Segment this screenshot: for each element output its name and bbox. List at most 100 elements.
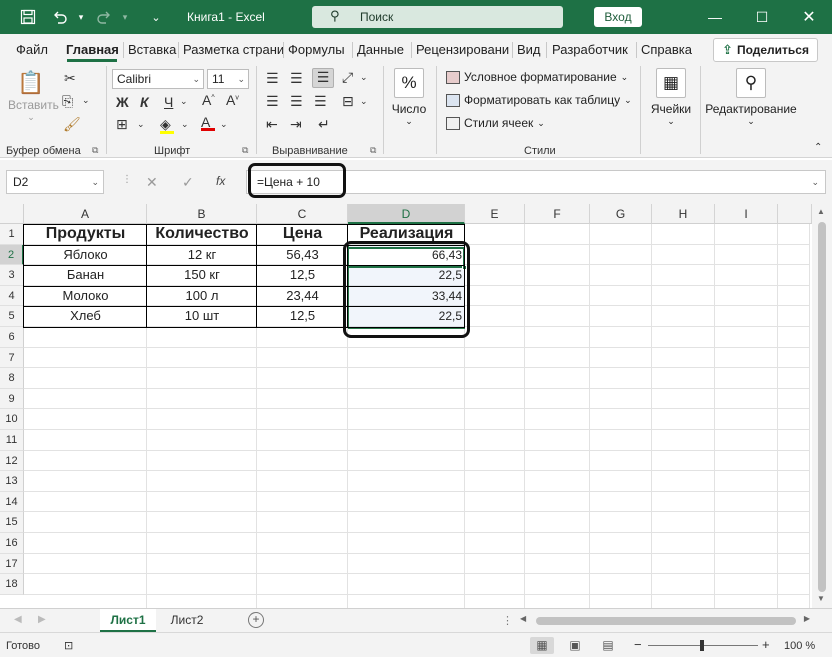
format-as-table-button[interactable]: Форматировать как таблицу ⌄ — [446, 93, 632, 107]
table-cell[interactable]: 12,5 — [257, 265, 348, 286]
maximize-icon[interactable]: ☐ — [739, 0, 785, 34]
insert-function-icon[interactable]: fx — [216, 174, 225, 188]
align-bottom-icon[interactable]: ☰ — [312, 68, 334, 88]
cut-icon[interactable]: ✂ — [64, 70, 76, 87]
sheet-tab-1[interactable]: Лист1 — [100, 609, 156, 633]
tab-page-layout[interactable]: Разметка страни — [183, 42, 284, 57]
font-color-icon[interactable]: A — [201, 114, 215, 131]
wrap-text-icon[interactable]: ↵ — [318, 116, 330, 133]
zoom-in-button[interactable]: + — [762, 637, 770, 652]
undo-dropdown-icon[interactable]: ▾ — [74, 0, 88, 34]
normal-view-icon[interactable]: ▦ — [530, 637, 554, 654]
row-header-2[interactable]: 2 — [0, 244, 24, 266]
cancel-icon[interactable]: ✕ — [146, 174, 158, 191]
borders-dropdown-icon[interactable]: ⌄ — [137, 119, 145, 130]
cell-styles-button[interactable]: Стили ячеек ⌄ — [446, 116, 545, 130]
enter-icon[interactable]: ✓ — [182, 174, 194, 191]
row-header-16[interactable]: 16 — [0, 533, 24, 554]
format-painter-icon[interactable]: 🖌 — [63, 116, 81, 133]
cells-button[interactable]: ▦ Ячейки ⌄ — [646, 68, 696, 127]
row-header-1[interactable]: 1 — [0, 224, 24, 245]
tab-developer[interactable]: Разработчик — [552, 42, 628, 57]
row-header-7[interactable]: 7 — [0, 347, 24, 369]
tab-insert[interactable]: Вставка — [128, 42, 176, 57]
accessibility-icon[interactable]: ⊡ — [64, 639, 73, 652]
column-header-b[interactable]: B — [147, 204, 257, 224]
column-header-c[interactable]: C — [257, 204, 348, 224]
undo-icon[interactable] — [46, 0, 74, 34]
save-icon[interactable] — [14, 0, 42, 34]
paste-button[interactable]: 📋 Вставить ⌄ — [8, 68, 59, 123]
table-cell[interactable]: 23,44 — [257, 286, 348, 307]
underline-dropdown-icon[interactable]: ⌄ — [180, 96, 188, 107]
alignment-launcher-icon[interactable]: ⧉ — [370, 145, 376, 156]
font-size-select[interactable]: 11 ⌄ — [207, 69, 249, 89]
font-color-dropdown-icon[interactable]: ⌄ — [220, 119, 228, 130]
column-header-i[interactable]: I — [715, 204, 778, 224]
orientation-icon[interactable]: ⤢ — [342, 69, 353, 86]
share-button[interactable]: ⇪ Поделиться — [713, 38, 818, 62]
table-cell[interactable]: Молоко — [24, 286, 147, 307]
row-header-11[interactable]: 11 — [0, 430, 24, 451]
zoom-slider-knob[interactable] — [700, 640, 704, 651]
merge-dropdown-icon[interactable]: ⌄ — [360, 96, 368, 107]
redo-icon[interactable] — [90, 0, 118, 34]
row-header-8[interactable]: 8 — [0, 368, 24, 389]
table-cell[interactable]: Банан — [24, 265, 147, 286]
conditional-formatting-button[interactable]: Условное форматирование ⌄ — [446, 70, 628, 84]
table-cell[interactable]: 10 шт — [147, 306, 257, 327]
align-right-icon[interactable]: ☰ — [314, 93, 327, 110]
zoom-out-button[interactable]: − — [634, 637, 642, 652]
table-cell[interactable]: 56,43 — [257, 245, 348, 266]
align-left-icon[interactable]: ☰ — [266, 93, 279, 110]
add-sheet-icon[interactable]: + — [248, 612, 264, 628]
tab-view[interactable]: Вид — [517, 42, 541, 57]
underline-button[interactable]: Ч — [164, 94, 173, 110]
name-box[interactable]: D2 ⌄ — [6, 170, 104, 194]
redo-dropdown-icon[interactable]: ▾ — [118, 0, 132, 34]
row-header-5[interactable]: 5 — [0, 306, 24, 327]
expand-formula-icon[interactable]: ⌄ — [811, 171, 819, 193]
customize-toolbar-icon[interactable]: ⌄ — [146, 0, 166, 34]
tab-review[interactable]: Рецензировани — [416, 42, 509, 57]
row-header-17[interactable]: 17 — [0, 553, 24, 575]
table-cell[interactable]: 12,5 — [257, 306, 348, 327]
tab-file[interactable]: Файл — [16, 42, 48, 57]
prev-sheet-icon[interactable]: ◀ — [14, 614, 22, 625]
font-launcher-icon[interactable]: ⧉ — [242, 145, 248, 156]
scroll-up-icon[interactable]: ▲ — [817, 207, 825, 216]
increase-font-icon[interactable]: A^ — [202, 92, 215, 108]
tab-data[interactable]: Данные — [357, 42, 404, 57]
sheet-tab-2[interactable]: Лист2 — [160, 609, 214, 633]
copy-icon[interactable]: ⎘ — [62, 93, 73, 110]
zoom-level[interactable]: 100 % — [784, 640, 815, 652]
tab-formulas[interactable]: Формулы — [288, 42, 345, 57]
tab-help[interactable]: Справка — [641, 42, 692, 57]
increase-indent-icon[interactable]: ⇥ — [290, 116, 302, 133]
close-icon[interactable]: ✕ — [786, 0, 832, 34]
vertical-scrollbar[interactable]: ▲ ▼ — [812, 204, 832, 608]
table-cell[interactable]: 150 кг — [147, 265, 257, 286]
row-header-14[interactable]: 14 — [0, 491, 24, 513]
editing-button[interactable]: ⚲ Редактирование ⌄ — [704, 68, 798, 127]
scroll-down-icon[interactable]: ▼ — [817, 594, 825, 603]
tab-split-handle[interactable]: ⋮ — [502, 614, 513, 627]
fill-color-icon[interactable]: ◈ — [160, 116, 174, 134]
table-cell[interactable]: Хлеб — [24, 306, 147, 327]
tab-home[interactable]: Главная — [66, 42, 119, 57]
row-header-15[interactable]: 15 — [0, 512, 24, 533]
align-center-icon[interactable]: ☰ — [290, 93, 303, 110]
row-header-12[interactable]: 12 — [0, 450, 24, 472]
copy-dropdown-icon[interactable]: ⌄ — [82, 95, 90, 106]
table-cell[interactable]: 12 кг — [147, 245, 257, 266]
page-layout-view-icon[interactable]: ▣ — [563, 637, 587, 654]
clipboard-launcher-icon[interactable]: ⧉ — [92, 145, 98, 156]
decrease-indent-icon[interactable]: ⇤ — [266, 116, 278, 133]
borders-icon[interactable]: ⊞ — [116, 116, 128, 133]
row-header-3[interactable]: 3 — [0, 265, 24, 286]
italic-button[interactable]: К — [140, 94, 149, 110]
column-header-h[interactable]: H — [652, 204, 715, 224]
font-name-select[interactable]: Calibri ⌄ — [112, 69, 204, 89]
table-header-cell[interactable]: Цена — [257, 224, 348, 245]
decrease-font-icon[interactable]: Av — [226, 92, 239, 108]
